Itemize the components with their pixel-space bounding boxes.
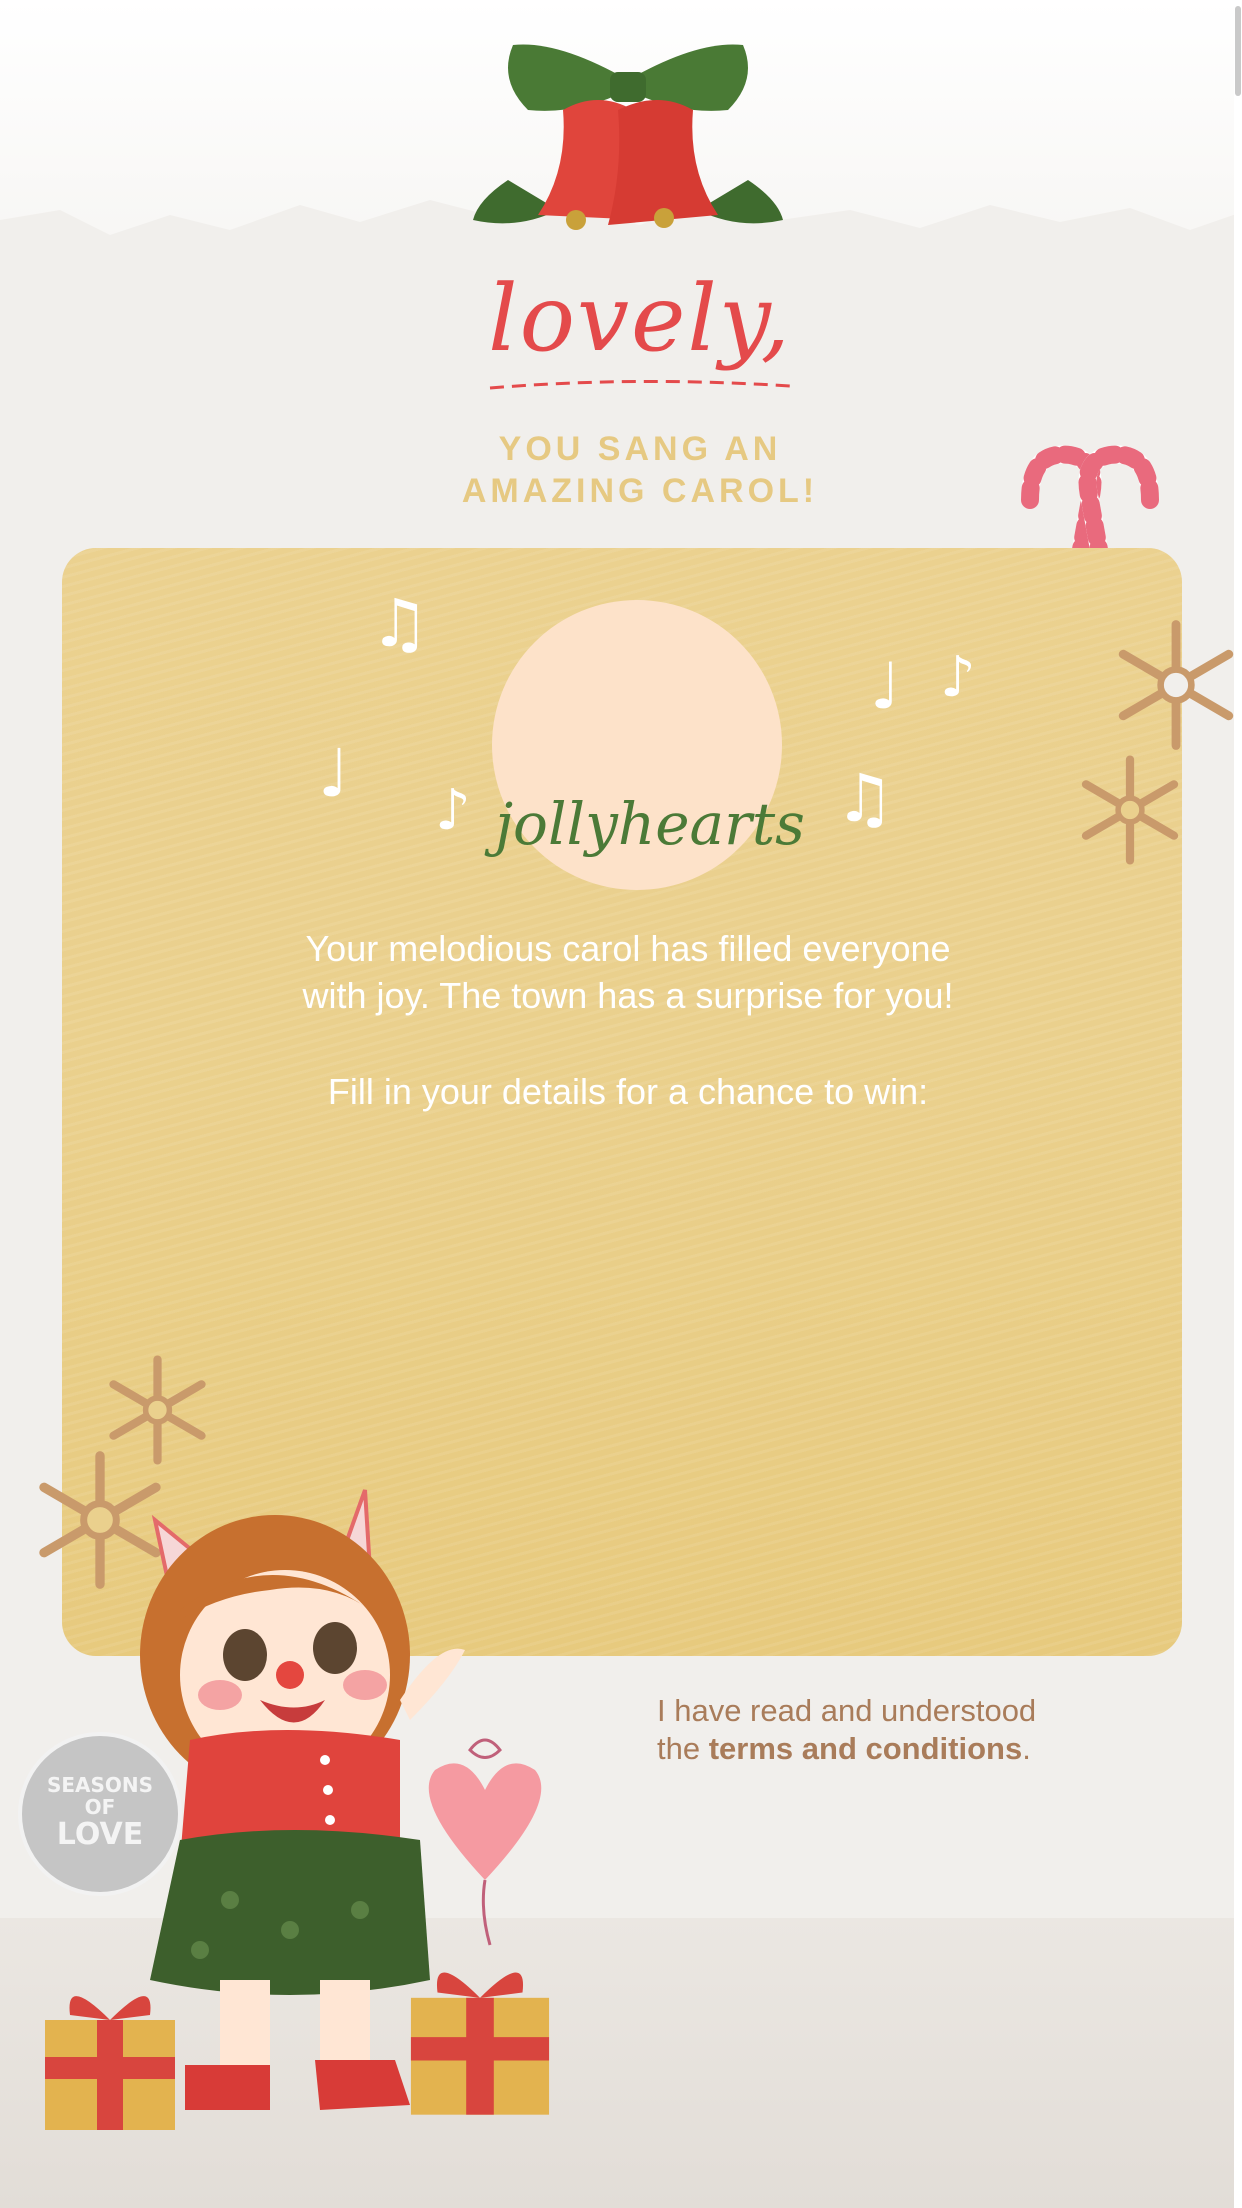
terms-suffix: . bbox=[1022, 1731, 1031, 1766]
badge-line-3: LOVE bbox=[56, 1817, 144, 1852]
scrollbar[interactable] bbox=[1234, 0, 1242, 2208]
badge-line-2: OF bbox=[84, 1795, 116, 1819]
music-note-icon: ♫ bbox=[835, 760, 895, 837]
bell-icon bbox=[473, 44, 783, 230]
snowflake-icon bbox=[1081, 755, 1179, 865]
gift-icon bbox=[45, 1996, 175, 2130]
seasons-of-love-badge: SEASONS OF LOVE bbox=[18, 1732, 182, 1896]
terms-checkbox-label[interactable]: I have read and understood the terms and… bbox=[657, 1692, 1177, 1768]
music-note-icon: ♩ bbox=[870, 650, 901, 724]
message-line-2: with joy. The town has a surprise for yo… bbox=[302, 975, 954, 1016]
terms-prefix: the bbox=[657, 1731, 709, 1766]
script-title: lovely, bbox=[488, 265, 792, 372]
terms-and-conditions-link[interactable]: terms and conditions bbox=[709, 1731, 1022, 1766]
music-note-icon: ♪ bbox=[435, 778, 471, 843]
title-underline bbox=[489, 379, 791, 390]
heart-balloon-icon bbox=[428, 1738, 542, 1946]
badge-line-1: SEASONS bbox=[46, 1773, 154, 1797]
music-note-icon: ♫ bbox=[370, 585, 430, 662]
subtitle: YOU SANG AN AMAZING CAROL! bbox=[380, 428, 900, 512]
form-prompt: Fill in your details for a chance to win… bbox=[327, 1071, 929, 1112]
music-note-icon: ♪ bbox=[940, 645, 976, 710]
message-line-1: Your melodious carol has filled everyone bbox=[305, 928, 951, 969]
scrollbar-thumb[interactable] bbox=[1235, 6, 1241, 96]
jollyhearts-logo: jollyhearts bbox=[495, 790, 805, 858]
snowflake-icon bbox=[1118, 620, 1234, 750]
gift-icon bbox=[410, 1972, 550, 2115]
subtitle-line-2: AMAZING CAROL! bbox=[461, 472, 819, 510]
terms-line-1: I have read and understood bbox=[657, 1693, 1037, 1728]
music-note-icon: ♩ bbox=[318, 735, 350, 812]
subtitle-line-1: YOU SANG AN bbox=[498, 430, 782, 468]
terms-line-2: the terms and conditions. bbox=[657, 1730, 1177, 1768]
card-message: Your melodious carol has filled everyone… bbox=[150, 925, 1106, 1019]
